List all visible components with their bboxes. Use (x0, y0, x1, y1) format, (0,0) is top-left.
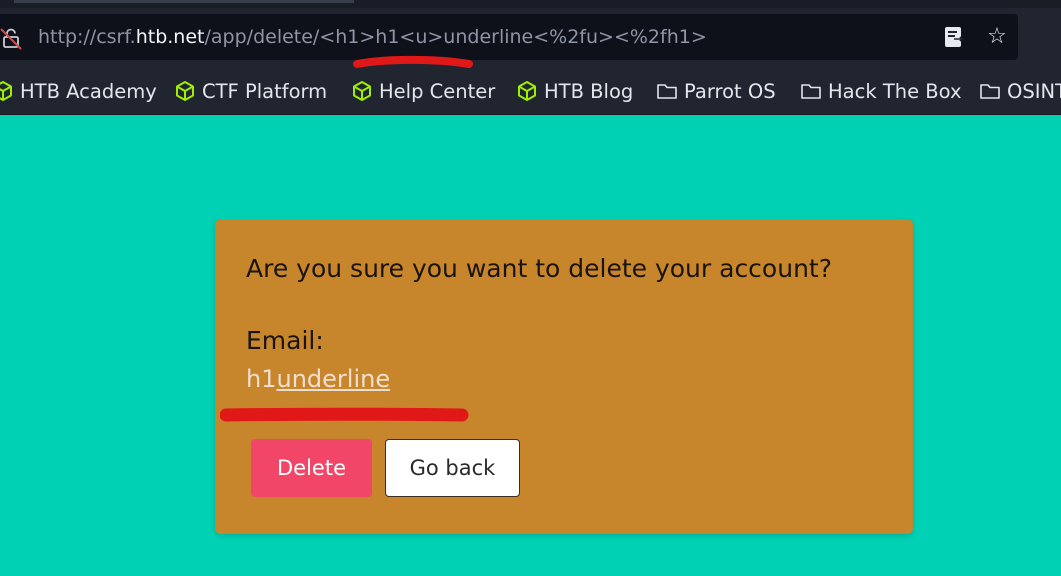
bookmark-label: HTB Academy (20, 79, 157, 103)
bookmark-label: HTB Blog (544, 79, 634, 103)
bookmark-star-icon[interactable]: ☆ (984, 24, 1010, 50)
url-path: /app/delete/<h1>h1<u>underline<%2fu><%2f… (204, 26, 707, 48)
bookmark-label: OSINT (1007, 79, 1061, 103)
delete-button[interactable]: Delete (251, 439, 372, 497)
bookmark-ctf-platform[interactable]: CTF Platform (174, 77, 327, 105)
bookmarks-toolbar: HTB Academy CTF Platform Help Center HTB… (0, 68, 1061, 115)
hackthebox-cube-icon (0, 80, 14, 102)
email-value: h1underline (246, 365, 390, 393)
hackthebox-cube-icon (516, 80, 538, 102)
reader-view-icon[interactable] (942, 25, 966, 49)
go-back-button[interactable]: Go back (385, 439, 520, 497)
bookmark-folder-parrot-os[interactable]: Parrot OS (656, 77, 776, 105)
bookmark-htb-blog[interactable]: HTB Blog (516, 77, 633, 105)
red-annotation-underline-email (220, 407, 469, 422)
insecure-lock-icon[interactable] (0, 26, 24, 50)
bookmark-help-center[interactable]: Help Center (351, 77, 495, 105)
url-text[interactable]: http://csrf.htb.net/app/delete/<h1>h1<u>… (38, 26, 707, 48)
browser-tab-strip (0, 0, 1061, 8)
hackthebox-cube-icon (174, 80, 196, 102)
bookmark-htb-academy[interactable]: HTB Academy (0, 77, 157, 105)
folder-icon (800, 80, 822, 102)
navigation-toolbar: http://csrf.htb.net/app/delete/<h1>h1<u>… (0, 8, 1061, 68)
bookmark-folder-hack-the-box[interactable]: Hack The Box (800, 77, 962, 105)
confirmation-question: Are you sure you want to delete your acc… (246, 254, 832, 283)
bookmark-folder-osint[interactable]: OSINT (979, 77, 1061, 105)
delete-account-dialog: Are you sure you want to delete your acc… (215, 219, 913, 534)
hackthebox-cube-icon (351, 80, 373, 102)
active-tab-edge (14, 0, 354, 3)
email-value-underlined: underline (276, 365, 391, 393)
url-prefix: http://csrf. (38, 26, 136, 48)
bookmark-label: CTF Platform (202, 79, 328, 103)
bookmark-label: Hack The Box (828, 79, 962, 103)
folder-icon (979, 80, 1001, 102)
email-label: Email: (246, 326, 324, 355)
folder-icon (656, 80, 678, 102)
address-bar[interactable]: http://csrf.htb.net/app/delete/<h1>h1<u>… (0, 14, 1018, 60)
bookmark-label: Help Center (379, 79, 496, 103)
email-value-plain: h1 (246, 365, 277, 393)
bookmark-label: Parrot OS (684, 79, 776, 103)
url-host: htb.net (135, 26, 205, 48)
